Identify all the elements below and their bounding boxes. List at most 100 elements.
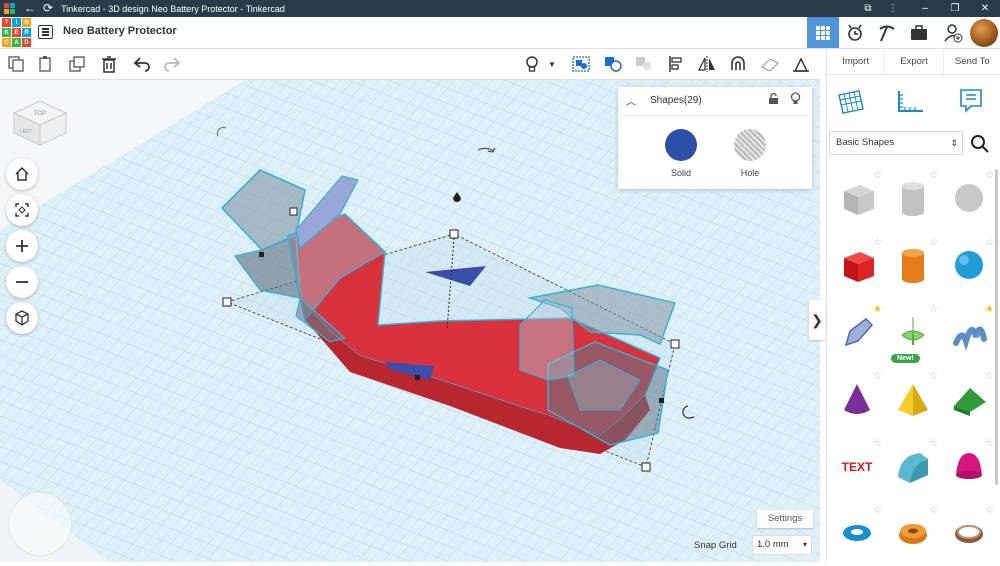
view-cube-top-label: TOP	[34, 111, 46, 117]
shape-half-cylinder[interactable]: ☆	[885, 432, 941, 499]
shape-sphere[interactable]: ☆	[941, 231, 997, 298]
favorite-star-icon[interactable]: ☆	[985, 371, 994, 382]
more-menu-icon[interactable]: ⋮	[878, 0, 908, 17]
shape-sphere-hole[interactable]: ☆	[941, 164, 997, 231]
shape-torus[interactable]: ☆	[829, 499, 885, 566]
shape-text[interactable]: TEXT ☆	[829, 432, 885, 499]
shape-scribble[interactable]: ★	[829, 298, 885, 365]
back-arrow-icon[interactable]: ←	[24, 0, 36, 17]
ungroup-icon	[605, 57, 622, 72]
design-list-icon[interactable]	[38, 25, 53, 39]
panel-scrollbar[interactable]	[995, 169, 998, 485]
favorite-star-icon[interactable]: ☆	[985, 438, 994, 449]
favorite-star-icon[interactable]: ☆	[985, 170, 994, 181]
favorite-star-icon[interactable]: ★	[873, 304, 882, 315]
orbit-compass[interactable]	[8, 492, 72, 556]
profile-avatar[interactable]	[968, 17, 1000, 48]
ungroup-button[interactable]	[601, 52, 625, 76]
duplicate-button[interactable]	[66, 52, 90, 76]
view-cube[interactable]: TOP LEFT	[12, 95, 68, 147]
favorite-star-icon[interactable]: ★	[985, 304, 994, 315]
favorite-star-icon[interactable]: ☆	[929, 505, 938, 516]
delete-button[interactable]	[97, 52, 121, 76]
home-view-button[interactable]	[6, 158, 38, 190]
torus-icon	[843, 524, 871, 541]
shape-ring[interactable]: ☆	[941, 499, 997, 566]
favorite-star-icon[interactable]: ☆	[929, 371, 938, 382]
tinkercad-logo[interactable]: TIN KER CAD	[2, 18, 31, 47]
shape-text-squiggle[interactable]: ★	[941, 298, 997, 365]
notes-dropdown[interactable]: ▼	[545, 52, 559, 76]
workplane-tool-icon[interactable]	[837, 87, 865, 115]
window-title: Tinkercad - 3D design Neo Battery Protec…	[61, 3, 285, 14]
export-button[interactable]: Export	[885, 49, 944, 74]
redo-button[interactable]	[160, 52, 184, 76]
shape-box[interactable]: ☆	[829, 231, 885, 298]
align-button[interactable]	[664, 52, 688, 76]
minimize-button[interactable]: –	[910, 0, 940, 17]
favorite-star-icon[interactable]: ☆	[873, 505, 882, 516]
shape-tube[interactable]: ☆	[885, 499, 941, 566]
ortho-view-button[interactable]	[6, 302, 38, 334]
favorite-star-icon[interactable]: ☆	[929, 304, 938, 315]
favorite-star-icon[interactable]: ☆	[929, 237, 938, 248]
shape-pyramid[interactable]: ☆	[885, 365, 941, 432]
import-button[interactable]: Import	[827, 49, 886, 74]
notes-button[interactable]	[520, 52, 544, 76]
favorite-star-icon[interactable]: ☆	[873, 438, 882, 449]
favorite-star-icon[interactable]: ☆	[873, 170, 882, 181]
notes-tool-icon[interactable]	[957, 87, 985, 115]
ruler-button[interactable]	[789, 52, 813, 76]
hole-button[interactable]	[734, 129, 766, 161]
blocks-icon	[848, 24, 862, 41]
zoom-out-button[interactable]	[6, 266, 38, 298]
group-button[interactable]	[569, 52, 593, 76]
paste-button[interactable]	[34, 52, 58, 76]
shape-cylinder-hole[interactable]: ☆	[885, 164, 941, 231]
favorite-star-icon[interactable]: ☆	[929, 170, 938, 181]
fit-view-button[interactable]	[6, 194, 38, 226]
solid-color-button[interactable]	[665, 129, 697, 161]
copy-button[interactable]	[4, 52, 28, 76]
shape-roof[interactable]: ☆	[941, 365, 997, 432]
scribble-icon	[844, 317, 874, 346]
shape-library-select[interactable]: Basic Shapes	[829, 131, 963, 155]
lock-icon[interactable]	[768, 93, 779, 105]
mirror-button[interactable]	[695, 52, 719, 76]
ruler-tool-icon[interactable]	[895, 89, 925, 115]
visibility-bulb-icon[interactable]	[790, 92, 801, 105]
projects-button[interactable]	[903, 17, 935, 48]
add-user-button[interactable]	[937, 17, 969, 48]
refresh-icon[interactable]: ⟳	[43, 0, 53, 17]
zoom-in-button[interactable]	[6, 230, 38, 262]
shape-shape-generator[interactable]: ☆ New!	[885, 298, 941, 365]
bricks-button[interactable]	[871, 17, 903, 48]
favorite-star-icon[interactable]: ☆	[873, 237, 882, 248]
collapse-chevron-icon[interactable]: ︿	[626, 93, 636, 108]
cruise-icon	[731, 56, 745, 70]
close-button[interactable]: ✕	[970, 0, 1000, 17]
3d-view-button[interactable]	[807, 17, 839, 48]
snap-grid-select[interactable]: 1.0 mm	[752, 535, 812, 555]
hole-toggle-button[interactable]	[632, 52, 656, 76]
send-to-button[interactable]: Send To	[944, 49, 1000, 74]
shape-paraboloid[interactable]: ☆	[941, 432, 997, 499]
shape-cone[interactable]: ☆	[829, 365, 885, 432]
favorite-star-icon[interactable]: ☆	[985, 505, 994, 516]
favorite-star-icon[interactable]: ☆	[985, 237, 994, 248]
favorite-star-icon[interactable]: ☆	[873, 371, 882, 382]
design-title[interactable]: Neo Battery Protector	[63, 25, 177, 37]
app-header: TIN KER CAD Neo Battery Protector	[0, 17, 1000, 49]
shape-cylinder[interactable]: ☆	[885, 231, 941, 298]
search-icon[interactable]	[970, 134, 990, 154]
favorite-star-icon[interactable]: ☆	[929, 438, 938, 449]
undo-button[interactable]	[130, 52, 154, 76]
maximize-button[interactable]: ❐	[940, 0, 970, 17]
cruise-button[interactable]	[726, 52, 750, 76]
shape-box-hole[interactable]: ☆	[829, 164, 885, 231]
roof-icon	[954, 387, 986, 416]
settings-button[interactable]: Settings	[757, 510, 813, 528]
blocks-button[interactable]	[839, 17, 871, 48]
workplane-button[interactable]	[758, 52, 782, 76]
toggle-shapes-panel-button[interactable]: ❯	[809, 300, 825, 340]
